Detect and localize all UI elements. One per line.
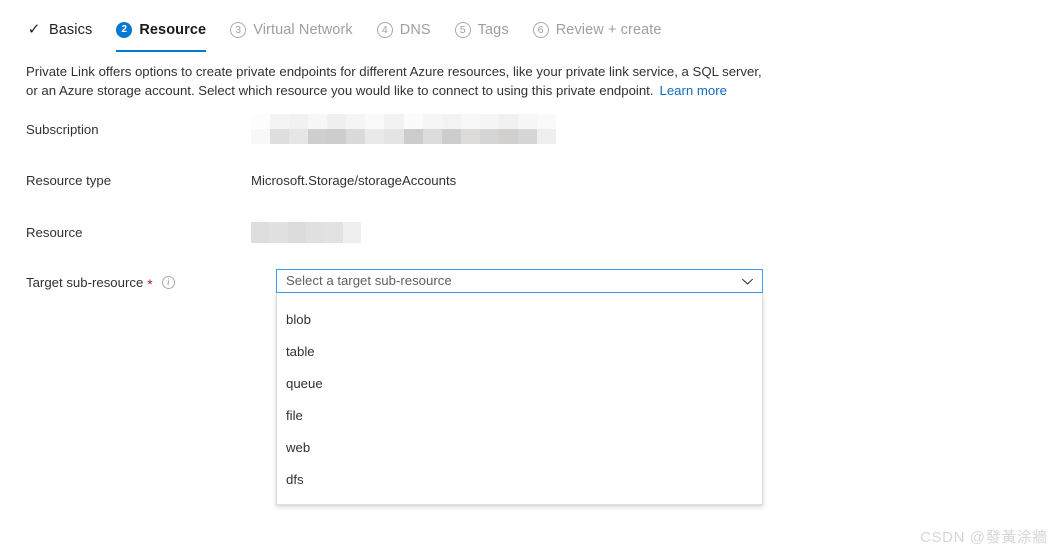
tab-tags[interactable]: 5 Tags — [454, 17, 509, 43]
step-number-badge: 6 — [532, 22, 549, 38]
tab-basics-label: Basics — [49, 22, 93, 38]
tab-basics[interactable]: ✓ Basics — [26, 17, 93, 43]
tab-resource[interactable]: 2 Resource — [116, 17, 207, 52]
resource-type-label: Resource type — [26, 172, 112, 188]
tab-resource-label: Resource — [139, 22, 207, 38]
tab-virtual-network[interactable]: 3 Virtual Network — [230, 17, 353, 43]
mosaic-overlay — [251, 221, 361, 243]
info-icon[interactable]: i — [161, 275, 175, 289]
tab-tags-label: Tags — [477, 22, 509, 38]
dropdown-option-table[interactable]: table — [277, 335, 762, 367]
field-row-resource: Resource — [26, 221, 361, 243]
dropdown-option-queue[interactable]: queue — [277, 367, 762, 399]
resource-label: Resource — [26, 224, 83, 240]
learn-more-link[interactable]: Learn more — [660, 83, 727, 98]
field-row-resource-type: Resource type Microsoft.Storage/storageA… — [26, 169, 456, 191]
chevron-down-icon — [741, 278, 754, 285]
page-description-text: Private Link offers options to create pr… — [26, 64, 762, 98]
page-description: Private Link offers options to create pr… — [26, 62, 768, 100]
tab-dns[interactable]: 4 DNS — [376, 17, 431, 43]
dropdown-option-web[interactable]: web — [277, 431, 762, 463]
tab-dns-label: DNS — [399, 22, 431, 38]
subscription-label: Subscription — [26, 121, 99, 137]
step-number-badge: 3 — [230, 22, 247, 38]
tab-review-create-label: Review + create — [555, 22, 662, 38]
dropdown-option-blob[interactable]: blob — [277, 303, 762, 335]
subscription-value-redacted — [251, 114, 556, 144]
target-sub-resource-label-text: Target sub-resource — [26, 274, 144, 290]
step-number-badge: 5 — [454, 22, 471, 38]
target-sub-resource-placeholder: Select a target sub-resource — [286, 273, 452, 288]
tab-review-create[interactable]: 6 Review + create — [532, 17, 662, 43]
field-row-subscription: Subscription — [26, 114, 556, 144]
target-sub-resource-select[interactable]: Select a target sub-resource — [276, 269, 763, 293]
active-tab-underline — [116, 49, 207, 52]
mosaic-overlay — [251, 114, 556, 144]
tab-virtual-network-label: Virtual Network — [253, 22, 353, 38]
resource-type-value: Microsoft.Storage/storageAccounts — [251, 172, 457, 188]
dropdown-option-file[interactable]: file — [277, 399, 762, 431]
target-sub-resource-dropdown-list: blob table queue file web dfs — [276, 293, 763, 505]
resource-value-redacted — [251, 221, 361, 243]
target-sub-resource-combobox: Select a target sub-resource blob table … — [276, 269, 763, 505]
target-sub-resource-label: Target sub-resource * i — [26, 274, 251, 292]
dropdown-option-dfs[interactable]: dfs — [277, 463, 762, 495]
field-row-target-sub-resource: Target sub-resource * i — [26, 271, 251, 293]
check-icon: ✓ — [27, 21, 41, 38]
step-number-badge: 4 — [376, 22, 393, 38]
step-number-badge: 2 — [116, 22, 133, 38]
required-asterisk: * — [147, 276, 153, 292]
csdn-watermark: CSDN @發黃涂牆 — [920, 529, 1048, 546]
wizard-step-tabs: ✓ Basics 2 Resource 3 Virtual Network 4 … — [26, 17, 686, 52]
